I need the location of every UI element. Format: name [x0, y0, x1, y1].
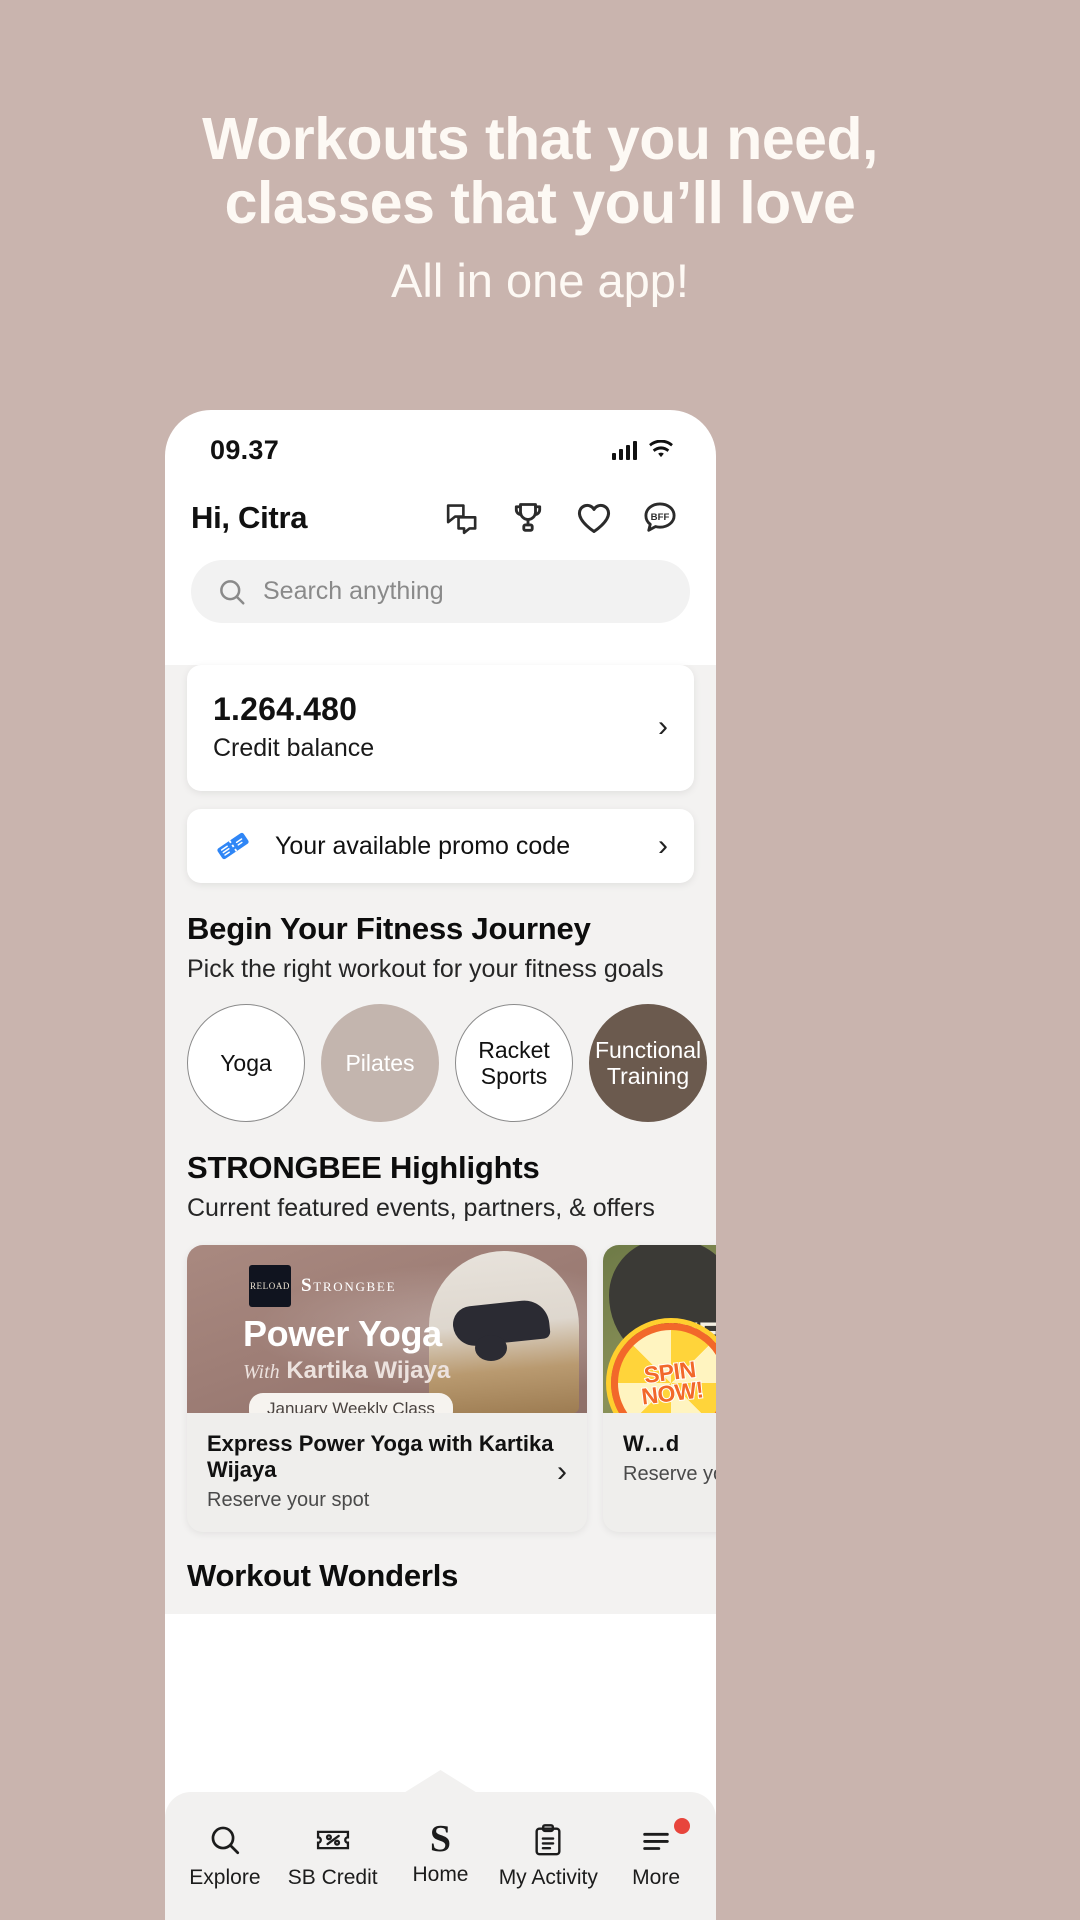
highlights-subtitle: Current featured events, partners, & off…	[187, 1194, 655, 1222]
bottom-navigation[interactable]: Explore SB Credit S Home My Activity Mor…	[165, 1770, 716, 1920]
highlight-image-title: Power Yoga	[243, 1313, 442, 1354]
nav-notch	[392, 1770, 489, 1800]
header-icon-group: BFF	[442, 498, 680, 538]
chevron-right-icon: ›	[658, 829, 668, 862]
highlight-footer-title: Express Power Yoga with Kartika Wijaya	[207, 1431, 554, 1482]
clipboard-icon	[535, 1823, 561, 1855]
highlight-footer-text: W…d Reserve your boo	[623, 1431, 716, 1486]
nav-item-more[interactable]: More	[602, 1817, 710, 1890]
credit-amount: 1.264.480	[213, 691, 358, 727]
signal-bars-icon	[612, 440, 637, 460]
greeting-text: Hi, Citra	[191, 500, 308, 535]
highlight-card-wellness[interactable]: WELL SPIN NOW! W…d Reserve your boo ›	[603, 1245, 716, 1532]
category-racket-sports[interactable]: Racket Sports	[455, 1004, 573, 1122]
nav-label: More	[632, 1865, 681, 1889]
category-circle-list[interactable]: Yoga Pilates Racket Sports Functional Tr…	[165, 984, 716, 1122]
brand-row: RELOAD STRONGBEE	[249, 1265, 396, 1307]
nav-label: Explore	[189, 1865, 261, 1889]
highlight-footer-sub: Reserve your boo	[623, 1463, 716, 1485]
status-time: 09.37	[210, 434, 280, 465]
yoga-pose-photo	[429, 1251, 579, 1413]
with-word: With	[243, 1361, 280, 1383]
strongbee-wordmark: STRONGBEE	[301, 1275, 396, 1297]
highlight-card-footer[interactable]: Express Power Yoga with Kartika Wijaya R…	[187, 1413, 587, 1532]
nav-item-explore[interactable]: Explore	[171, 1823, 279, 1890]
wifi-icon	[649, 440, 673, 458]
hero-line-1: Workouts that you need,	[202, 106, 878, 172]
credit-label: Credit balance	[213, 734, 375, 762]
spin-now-label: SPIN NOW!	[639, 1355, 706, 1410]
highlight-card-image: RELOAD STRONGBEE Power Yoga With Kartika…	[187, 1245, 587, 1413]
chat-icon[interactable]	[442, 498, 482, 538]
category-functional-training[interactable]: Functional Training	[589, 1004, 707, 1122]
nav-item-sb-credit[interactable]: SB Credit	[279, 1823, 387, 1890]
strongbee-s-icon: S	[429, 1817, 452, 1860]
workout-wonderls-title: Workout Wonderls	[187, 1558, 459, 1593]
search-icon	[211, 1826, 239, 1854]
highlight-card-power-yoga[interactable]: RELOAD STRONGBEE Power Yoga With Kartika…	[187, 1245, 587, 1532]
search-icon	[220, 579, 245, 604]
category-pilates[interactable]: Pilates	[321, 1004, 439, 1122]
highlights-title: STRONGBEE Highlights	[187, 1150, 540, 1185]
highlight-card-image: WELL SPIN NOW!	[603, 1245, 716, 1413]
phone-mockup: 09.37 Hi, Citra BFF Search anything 1.26…	[165, 410, 716, 1920]
highlights-carousel[interactable]: RELOAD STRONGBEE Power Yoga With Kartika…	[165, 1223, 716, 1532]
search-input[interactable]: Search anything	[191, 560, 690, 623]
search-section: Search anything	[165, 538, 716, 649]
hero-line-2: classes that you’ll love	[224, 169, 856, 236]
chevron-right-icon: ›	[557, 1454, 567, 1488]
nav-item-home[interactable]: S Home	[387, 1817, 495, 1888]
hero-line-3: All in one app!	[391, 254, 689, 308]
app-header: Hi, Citra BFF	[165, 476, 716, 538]
notification-badge	[673, 1817, 690, 1834]
highlights-section: STRONGBEE Highlights Current featured ev…	[165, 1150, 716, 1223]
svg-text:BFF: BFF	[651, 512, 670, 523]
search-placeholder: Search anything	[263, 577, 444, 605]
heart-icon[interactable]	[574, 498, 614, 538]
highlight-instructor-line: With Kartika Wijaya	[243, 1357, 450, 1385]
highlight-footer-sub: Reserve your spot	[207, 1489, 370, 1511]
promo-text: Your available promo code	[275, 831, 571, 860]
ticket-icon	[217, 832, 249, 860]
promo-code-card[interactable]: Your available promo code ›	[187, 809, 694, 883]
credit-balance-card[interactable]: 1.264.480 Credit balance ›	[187, 665, 694, 791]
strongbee-rest: TRONGBEE	[313, 1279, 397, 1294]
home-feed: 1.264.480 Credit balance › Your availabl…	[165, 665, 716, 1614]
ticket-percent-icon	[316, 1830, 349, 1849]
hero-banner: Workouts that you need, classes that you…	[0, 0, 1080, 400]
fitness-journey-subtitle: Pick the right workout for your fitness …	[187, 955, 664, 983]
nav-label: Home	[412, 1863, 469, 1887]
status-indicators	[612, 440, 674, 460]
fitness-journey-title: Begin Your Fitness Journey	[187, 911, 591, 946]
fitness-journey-section: Begin Your Fitness Journey Pick the righ…	[165, 911, 716, 984]
highlight-footer-text: Express Power Yoga with Kartika Wijaya R…	[207, 1431, 557, 1512]
reload-logo: RELOAD	[249, 1265, 291, 1307]
highlight-footer-title: W…d	[623, 1431, 680, 1456]
bff-icon[interactable]: BFF	[640, 498, 680, 538]
nav-label: SB Credit	[287, 1865, 378, 1889]
status-bar: 09.37	[165, 410, 716, 476]
strongbee-initial: S	[301, 1275, 314, 1296]
instructor-name: Kartika Wijaya	[286, 1357, 451, 1384]
hamburger-icon	[643, 1832, 669, 1850]
nav-item-my-activity[interactable]: My Activity	[494, 1823, 602, 1890]
highlight-pill-badge: January Weekly Class	[249, 1393, 453, 1413]
category-yoga[interactable]: Yoga	[187, 1004, 305, 1122]
nav-label: My Activity	[498, 1865, 598, 1889]
trophy-icon[interactable]	[508, 498, 548, 538]
reload-logo-text: RELOAD	[249, 1281, 291, 1291]
highlight-card-footer[interactable]: W…d Reserve your boo ›	[603, 1413, 716, 1506]
chevron-right-icon: ›	[658, 710, 668, 743]
credit-text-block: 1.264.480 Credit balance	[213, 691, 374, 763]
